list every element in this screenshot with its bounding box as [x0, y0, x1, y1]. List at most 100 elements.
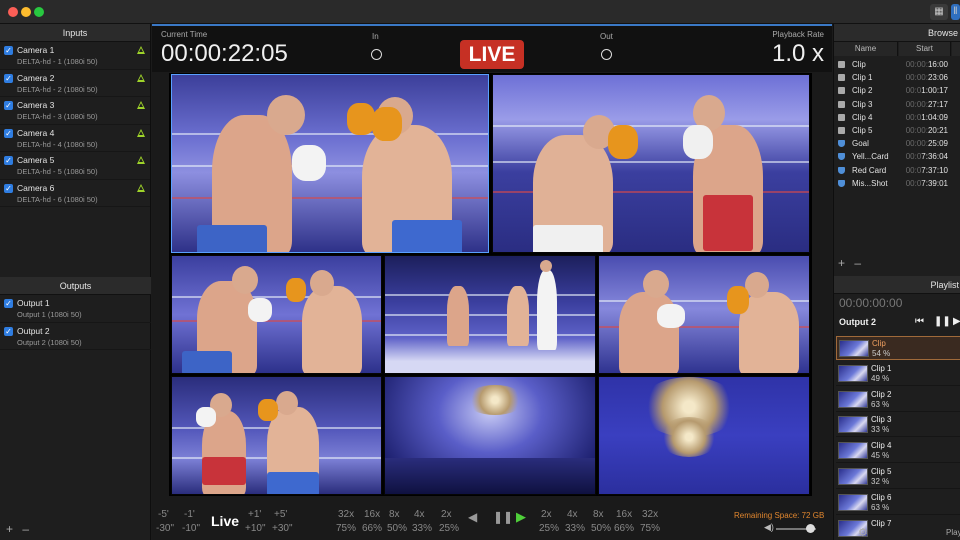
browser-row[interactable]: Clip 4 00:01:04:09	[834, 111, 960, 124]
add-clip-button[interactable]: +	[838, 256, 845, 270]
jump-back-5min-button[interactable]: -5'	[158, 509, 169, 520]
output-source: Output 1 (1080i 50)	[17, 310, 82, 319]
jump-back-30s-button[interactable]: -30"	[156, 523, 174, 534]
pause-icon[interactable]: ❚❚	[493, 510, 513, 524]
camera-2-view[interactable]	[492, 74, 810, 253]
forward-speed-8x-button[interactable]: 8x	[593, 509, 604, 520]
camera-3-view[interactable]	[171, 255, 382, 374]
output-item[interactable]: ✓ Output 1 Output 1 (1080i 50)	[0, 295, 151, 323]
clip-start-prefix: 00:0	[905, 165, 922, 175]
reverse-play-icon[interactable]: ◀	[468, 510, 477, 524]
forward-slow-75%-button[interactable]: 75%	[640, 523, 660, 534]
camera-4-view[interactable]	[384, 255, 596, 374]
reverse-speed-4x-button[interactable]: 4x	[414, 509, 425, 520]
minimize-window-button[interactable]	[21, 7, 31, 17]
input-name: Camera 4	[17, 127, 55, 138]
playlist-item[interactable]: Clip 5 32 %	[836, 465, 960, 489]
forward-slow-25%-button[interactable]: 25%	[539, 523, 559, 534]
browser-row[interactable]: Red Card 00:07:37:10	[834, 164, 960, 177]
add-output-button[interactable]: +	[6, 522, 13, 536]
output-checkbox[interactable]: ✓	[4, 299, 13, 308]
column-header-start[interactable]: Start	[899, 42, 951, 56]
columns-view-icon[interactable]: ‖	[951, 4, 960, 20]
remove-output-button[interactable]: –	[22, 522, 29, 536]
camera-5-view[interactable]	[598, 255, 810, 374]
playlist-item[interactable]: Clip 54 %	[836, 336, 960, 360]
playlist-item[interactable]: Clip 7	[836, 517, 960, 540]
jump-fwd-5min-button[interactable]: +5'	[274, 509, 287, 520]
playlist-play-icon[interactable]: ▶	[953, 316, 960, 327]
reverse-slow-50%-button[interactable]: 50%	[387, 523, 407, 534]
input-item[interactable]: ✓ Camera 5 DELTA-hd - 5 (1080i 50)	[0, 152, 150, 180]
input-checkbox[interactable]: ✓	[4, 46, 13, 55]
playlist-item[interactable]: Clip 6 63 %	[836, 491, 960, 515]
input-item[interactable]: ✓ Camera 6 DELTA-hd - 6 (1080i 50)	[0, 180, 150, 207]
jump-back-1min-button[interactable]: -1'	[184, 509, 195, 520]
settings-gear-icon[interactable]: ⚙	[858, 526, 868, 539]
reverse-speed-8x-button[interactable]: 8x	[389, 509, 400, 520]
input-checkbox[interactable]: ✓	[4, 73, 13, 83]
playlist-item[interactable]: Clip 4 45 %	[836, 439, 960, 464]
out-point-button[interactable]	[601, 49, 612, 60]
input-item[interactable]: ✓ Camera 3 DELTA-hd - 3 (1080i 50)	[0, 97, 150, 125]
column-header-name[interactable]: Name	[834, 42, 898, 56]
forward-slow-50%-button[interactable]: 50%	[591, 523, 611, 534]
input-checkbox[interactable]: ✓	[4, 101, 13, 110]
browser-row[interactable]: Yell...Card 00:07:36:04	[834, 150, 960, 163]
forward-speed-2x-button[interactable]: 2x	[541, 509, 552, 520]
clip-name: Clip	[852, 60, 866, 69]
input-checkbox[interactable]: ✓	[4, 183, 13, 193]
reverse-speed-32x-button[interactable]: 32x	[338, 509, 354, 520]
reverse-slow-33%-button[interactable]: 33%	[412, 523, 432, 534]
boxer-figure	[507, 286, 529, 346]
output-checkbox[interactable]: ✓	[4, 326, 13, 336]
browser-row[interactable]: Mis...Shot 00:07:39:01	[834, 177, 960, 190]
in-point-button[interactable]	[371, 49, 382, 60]
browser-row[interactable]: Goal 00:00:25:09	[834, 137, 960, 150]
reverse-slow-75%-button[interactable]: 75%	[336, 523, 356, 534]
browser-row[interactable]: Clip 00:00:16:00	[834, 58, 960, 71]
venue-wide-view[interactable]	[384, 376, 596, 495]
remove-clip-button[interactable]: –	[854, 256, 861, 270]
browser-row[interactable]: Clip 5 00:00:20:21	[834, 124, 960, 137]
jump-fwd-1min-button[interactable]: +1'	[248, 509, 261, 520]
input-checkbox[interactable]: ✓	[4, 128, 13, 138]
forward-slow-33%-button[interactable]: 33%	[565, 523, 585, 534]
input-item[interactable]: ✓ Camera 1 DELTA-hd - 1 (1080i 50)	[0, 42, 150, 70]
forward-speed-4x-button[interactable]: 4x	[567, 509, 578, 520]
playlist-item[interactable]: Clip 2 63 %	[836, 388, 960, 412]
camera-6-view[interactable]	[171, 376, 382, 495]
browser-row[interactable]: Clip 1 00:00:23:06	[834, 71, 960, 84]
jump-back-10s-button[interactable]: -10"	[182, 523, 200, 534]
forward-speed-32x-button[interactable]: 32x	[642, 509, 658, 520]
volume-slider-knob[interactable]	[806, 524, 815, 533]
playlist-item[interactable]: Clip 3 33 %	[836, 413, 960, 438]
playlist-item[interactable]: Clip 1 49 %	[836, 362, 960, 386]
input-item[interactable]: ✓ Camera 4 DELTA-hd - 4 (1080i 50)	[0, 125, 150, 152]
input-item[interactable]: ✓ Camera 2 DELTA-hd - 2 (1080i 50)	[0, 70, 150, 97]
reverse-slow-66%-button[interactable]: 66%	[362, 523, 382, 534]
reverse-slow-25%-button[interactable]: 25%	[439, 523, 459, 534]
grid-view-icon[interactable]: ▦	[930, 4, 948, 20]
forward-slow-66%-button[interactable]: 66%	[614, 523, 634, 534]
browser-row[interactable]: Clip 3 00:00:27:17	[834, 98, 960, 111]
shield-icon	[838, 166, 845, 174]
chandelier	[659, 417, 719, 457]
playlist-pause-icon[interactable]: ❚❚	[934, 316, 951, 327]
reverse-speed-2x-button[interactable]: 2x	[441, 509, 452, 520]
reverse-speed-16x-button[interactable]: 16x	[364, 509, 380, 520]
playlist-clip-speed: 32 %	[871, 477, 890, 486]
play-icon[interactable]: ▶	[516, 509, 526, 525]
browser-row[interactable]: Clip 2 00:01:00:17	[834, 84, 960, 97]
chandelier-view[interactable]	[598, 376, 810, 495]
jump-fwd-30s-button[interactable]: +30"	[272, 523, 293, 534]
zoom-window-button[interactable]	[34, 7, 44, 17]
camera-1-view[interactable]	[171, 74, 489, 253]
forward-speed-16x-button[interactable]: 16x	[616, 509, 632, 520]
skip-back-icon[interactable]: ⏮	[915, 316, 924, 327]
go-live-button[interactable]: Live	[211, 513, 239, 529]
output-item[interactable]: ✓ Output 2 Output 2 (1080i 50)	[0, 323, 151, 350]
jump-fwd-10s-button[interactable]: +10"	[245, 523, 266, 534]
close-window-button[interactable]	[8, 7, 18, 17]
input-checkbox[interactable]: ✓	[4, 156, 13, 165]
